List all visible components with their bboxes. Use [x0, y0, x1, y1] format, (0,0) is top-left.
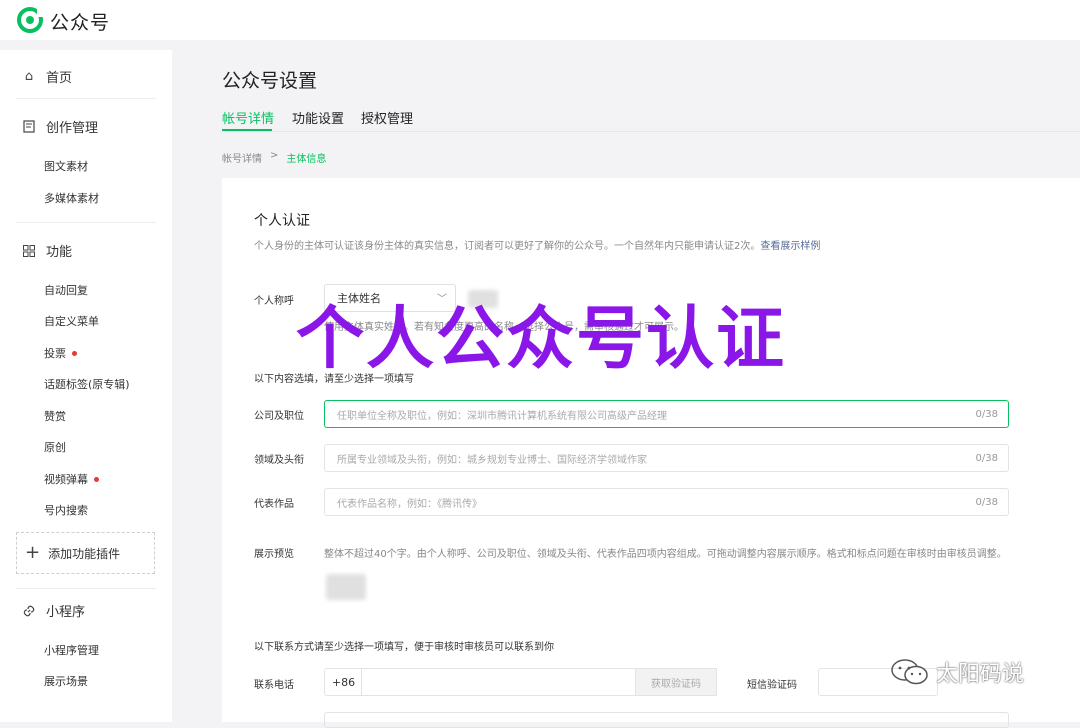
sidebar-item-topic-tags[interactable]: 话题标签(原专辑): [44, 376, 130, 392]
tab-authorization[interactable]: 授权管理: [361, 108, 413, 127]
contact-section-note: 以下联系方式请至少选择一项填写，便于审核时审核员可以联系到你: [254, 642, 554, 653]
section-description: 个人身份的主体可认证该身份主体的真实信息，订阅者可以更好了解你的公众号。一个自然…: [254, 237, 820, 252]
sidebar-group-creation[interactable]: 创作管理: [22, 117, 98, 136]
sidebar-item-article-material[interactable]: 图文素材: [44, 158, 88, 174]
field-title-label: 领域及头衔: [254, 455, 304, 466]
blurred-preview-image: [326, 574, 366, 600]
sidebar-item-label: 号内搜索: [44, 504, 88, 517]
sidebar-item-custom-menu[interactable]: 自定义菜单: [44, 313, 99, 329]
plus-icon: +: [25, 542, 41, 563]
sidebar-divider: [16, 98, 156, 99]
document-icon: [22, 120, 36, 134]
sidebar-item-label: 投票: [44, 347, 66, 360]
company-position-label: 公司及职位: [254, 411, 304, 422]
phone-label: 联系电话: [254, 680, 294, 691]
grid-icon: [22, 244, 36, 258]
breadcrumb-current: 主体信息: [286, 154, 327, 165]
sidebar-item-vote[interactable]: 投票: [44, 345, 77, 361]
new-badge-dot: [94, 476, 99, 482]
country-code[interactable]: +86: [324, 668, 362, 696]
next-input-field[interactable]: [324, 712, 1009, 728]
sidebar-item-original[interactable]: 原创: [44, 439, 66, 455]
sidebar-item-video-danmaku[interactable]: 视频弹幕: [44, 471, 99, 487]
sidebar-divider: [16, 588, 156, 589]
field-title-placeholder: 所属专业领域及头衔，例如：城乡规划专业博士、国际经济学领域作家: [337, 454, 647, 466]
section-title: 个人认证: [254, 213, 310, 229]
new-badge-dot: [72, 350, 77, 356]
sidebar-item-display-scenes[interactable]: 展示场景: [44, 673, 88, 689]
section-description-text: 个人身份的主体可认证该身份主体的真实信息，订阅者可以更好了解你的公众号。一个自然…: [254, 241, 761, 252]
sidebar-item-label: 视频弹幕: [44, 473, 88, 486]
tab-account-details[interactable]: 帐号详情: [222, 108, 274, 127]
sidebar-group-features[interactable]: 功能: [22, 241, 72, 260]
sidebar-item-label: 多媒体素材: [44, 192, 99, 205]
sidebar-item-label: 自动回复: [44, 284, 88, 297]
overlay-headline: 个人公众号认证: [296, 300, 787, 379]
tabs-divider: [222, 131, 1080, 132]
breadcrumb-separator: >: [270, 150, 279, 161]
sidebar-item-miniprogram-manage[interactable]: 小程序管理: [44, 642, 99, 658]
sms-code-label: 短信验证码: [747, 680, 797, 691]
home-icon: ⌂: [24, 69, 34, 84]
sidebar-item-label: 展示场景: [44, 675, 88, 688]
breadcrumb: 帐号详情 > 主体信息: [222, 150, 326, 165]
watermark-text: 太阳码说: [936, 662, 1025, 687]
add-plugin-label: 添加功能插件: [48, 546, 121, 561]
char-counter: 0/38: [975, 496, 998, 508]
sidebar-miniprogram-label: 小程序: [46, 605, 86, 620]
field-title-input[interactable]: 所属专业领域及头衔，例如：城乡规划专业博士、国际经济学领域作家 0/38: [324, 444, 1009, 472]
company-position-input[interactable]: 任职单位全称及职位，例如：深圳市腾讯计算机系统有限公司高级产品经理 0/38: [324, 400, 1009, 428]
sidebar-item-label: 小程序管理: [44, 644, 99, 657]
wechat-icon: [891, 659, 928, 685]
sidebar-features-label: 功能: [46, 245, 73, 260]
sidebar-item-label: 图文素材: [44, 160, 88, 173]
page-title: 公众号设置: [222, 70, 318, 92]
sidebar-item-label: 原创: [44, 441, 66, 454]
get-code-button[interactable]: 获取验证码: [635, 668, 717, 696]
top-bar: 公众号: [0, 0, 1080, 40]
add-plugin-button[interactable]: + 添加功能插件: [16, 532, 155, 574]
nickname-label: 个人称呼: [254, 296, 294, 307]
sidebar-item-auto-reply[interactable]: 自动回复: [44, 282, 88, 298]
phone-input[interactable]: [361, 668, 636, 696]
sidebar-item-label: 赞赏: [44, 410, 66, 423]
sidebar-item-label: 话题标签(原专辑): [44, 378, 130, 391]
sidebar-group-miniprogram[interactable]: 小程序: [22, 601, 85, 620]
link-icon: [22, 604, 36, 618]
sidebar-item-label: 自定义菜单: [44, 315, 99, 328]
wechat-official-account-logo-icon[interactable]: [17, 7, 43, 33]
representative-work-input[interactable]: 代表作品名称，例如：《腾讯传》 0/38: [324, 488, 1009, 516]
app-name: 公众号: [50, 12, 111, 34]
breadcrumb-parent[interactable]: 帐号详情: [222, 150, 262, 165]
watermark: 太阳码说: [890, 656, 1024, 688]
representative-work-label: 代表作品: [254, 499, 294, 510]
company-position-placeholder: 任职单位全称及职位，例如：深圳市腾讯计算机系统有限公司高级产品经理: [337, 410, 667, 422]
representative-work-placeholder: 代表作品名称，例如：《腾讯传》: [337, 498, 482, 510]
sidebar-item-media-material[interactable]: 多媒体素材: [44, 190, 99, 206]
tab-feature-settings[interactable]: 功能设置: [292, 108, 344, 127]
char-counter: 0/38: [975, 408, 998, 420]
sidebar-creation-label: 创作管理: [46, 121, 99, 136]
preview-label: 展示预览: [254, 549, 294, 560]
sidebar-item-account-search[interactable]: 号内搜索: [44, 502, 88, 518]
view-sample-link[interactable]: 查看展示样例: [760, 241, 820, 252]
char-counter: 0/38: [975, 452, 998, 464]
active-tab-indicator: [222, 129, 272, 131]
sidebar-divider: [16, 222, 156, 223]
sidebar-item-reward[interactable]: 赞赏: [44, 408, 66, 424]
sidebar-item-home[interactable]: ⌂ 首页: [22, 67, 72, 86]
sidebar-home-label: 首页: [46, 71, 73, 86]
preview-description: 整体不超过40个字。由个人称呼、公司及职位、领域及头衔、代表作品四项内容组成。可…: [324, 549, 1007, 560]
